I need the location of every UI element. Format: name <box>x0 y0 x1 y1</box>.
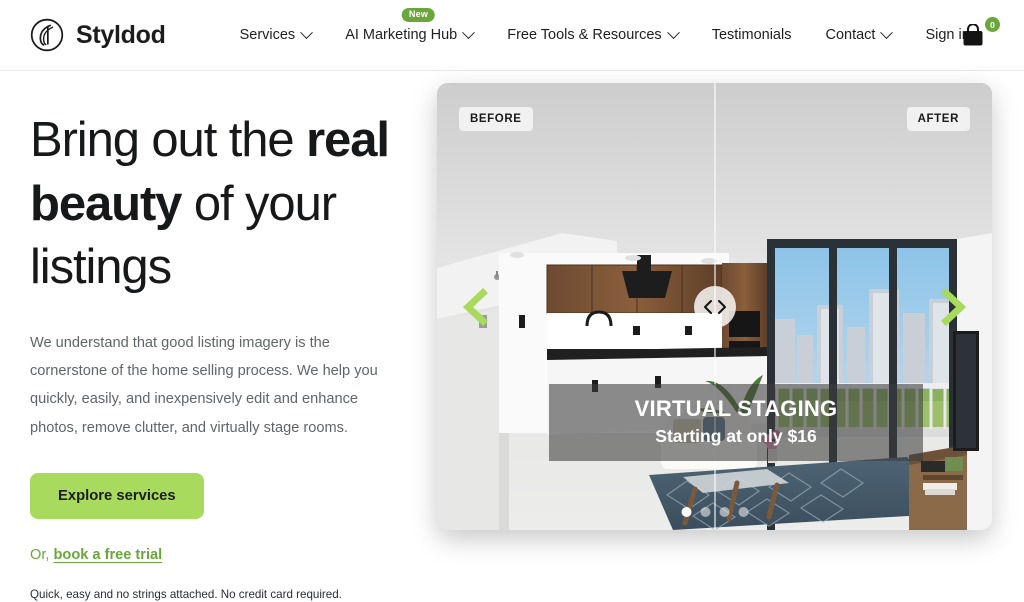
caption-subtitle: Starting at only $16 <box>655 426 817 446</box>
headline-part-1: Bring out the <box>30 113 307 167</box>
after-label-badge: AFTER <box>906 107 970 131</box>
new-badge: New <box>401 8 436 22</box>
primary-navigation: Services New AI Marketing Hub Free Tools… <box>223 8 987 49</box>
nav-label: Contact <box>825 27 876 43</box>
chevron-right-icon <box>941 287 967 326</box>
carousel-dots <box>681 507 748 517</box>
explore-services-button[interactable]: Explore services <box>30 472 204 519</box>
hero-paragraph: We understand that good listing imagery … <box>30 335 378 436</box>
before-after-slider[interactable]: BEFORE AFTER VIRTUAL STAGING Starting at… <box>437 83 992 530</box>
hero-section: Bring out the real beauty of your listin… <box>0 71 1024 602</box>
carousel-dot-2[interactable] <box>700 507 710 517</box>
comparison-slider-handle[interactable] <box>693 285 736 328</box>
caption-title: VIRTUAL STAGING <box>634 396 838 422</box>
nav-label: AI Marketing Hub <box>345 27 458 43</box>
page-title: Bring out the real beauty of your listin… <box>30 109 407 300</box>
nav-label: Testimonials <box>711 27 792 43</box>
carousel-dot-1[interactable] <box>681 507 691 517</box>
chevron-down-icon <box>880 25 894 39</box>
brand-logo-link[interactable]: Styldod <box>30 18 166 52</box>
chevron-left-icon <box>462 287 488 326</box>
carousel-prev-button[interactable] <box>461 287 491 327</box>
hero-fineprint: Quick, easy and no strings attached. No … <box>30 587 342 601</box>
or-prefix-text: Or, <box>30 546 54 563</box>
styldod-spiral-logo-icon <box>30 18 64 52</box>
slider-handle-left-right-icon <box>703 299 726 314</box>
nav-item-free-tools-resources[interactable]: Free Tools & Resources <box>490 21 694 49</box>
carousel-dot-3[interactable] <box>719 507 729 517</box>
carousel-dot-4[interactable] <box>738 507 748 517</box>
before-label-badge: BEFORE <box>459 107 533 131</box>
nav-item-services[interactable]: Services <box>223 21 329 49</box>
book-free-trial-link[interactable]: book a free trial <box>54 547 163 563</box>
nav-item-testimonials[interactable]: Testimonials <box>695 21 809 49</box>
hero-showcase-column: BEFORE AFTER VIRTUAL STAGING Starting at… <box>437 71 1024 602</box>
nav-label: Services <box>239 27 296 43</box>
carousel-next-button[interactable] <box>938 287 968 327</box>
site-header: Styldod Services New AI Marketing Hub Fr… <box>0 0 1024 71</box>
hero-copy-column: Bring out the real beauty of your listin… <box>0 71 437 602</box>
cart-button[interactable]: 0 <box>962 17 1000 51</box>
shopping-bag-icon <box>963 24 983 46</box>
free-trial-line: Or, book a free trial <box>30 547 407 563</box>
nav-label: Free Tools & Resources <box>507 27 662 43</box>
chevron-down-icon <box>300 25 314 39</box>
chevron-down-icon <box>666 25 680 39</box>
logo-svg <box>30 18 64 52</box>
chevron-down-icon <box>462 25 476 39</box>
nav-item-contact[interactable]: Contact <box>808 21 908 49</box>
showcase-caption: VIRTUAL STAGING Starting at only $16 <box>549 384 923 461</box>
cart-count-badge: 0 <box>985 17 1000 32</box>
brand-name: Styldod <box>76 20 166 49</box>
nav-item-ai-marketing-hub[interactable]: New AI Marketing Hub <box>328 8 490 49</box>
